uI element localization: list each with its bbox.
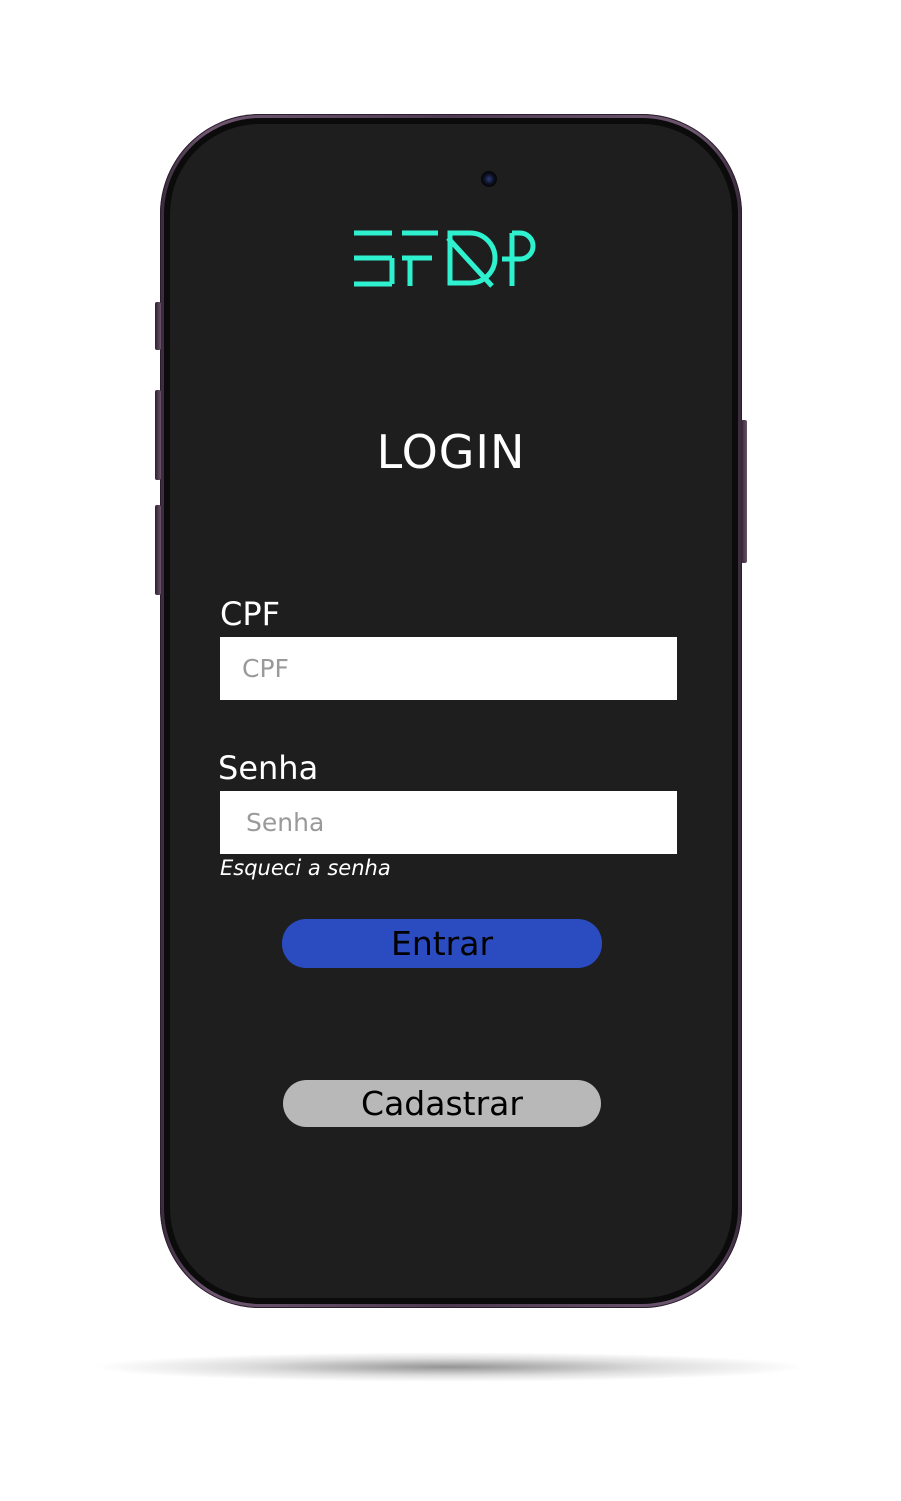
page-title: LOGIN <box>376 425 526 479</box>
password-input[interactable] <box>220 791 677 854</box>
enter-button[interactable]: Entrar <box>282 919 602 968</box>
phone-volume-down-button <box>155 505 161 595</box>
cpf-label: CPF <box>220 595 281 633</box>
cpf-input[interactable] <box>220 637 677 700</box>
forgot-password-link[interactable]: Esqueci a senha <box>220 856 391 880</box>
phone-action-button <box>155 302 161 350</box>
password-label: Senha <box>218 749 319 787</box>
phone-volume-up-button <box>155 390 161 480</box>
phone-floor-shadow <box>90 1352 810 1382</box>
front-camera <box>481 171 497 187</box>
register-button[interactable]: Cadastrar <box>283 1080 601 1127</box>
app-logo <box>354 230 536 288</box>
phone-power-button <box>741 420 747 563</box>
